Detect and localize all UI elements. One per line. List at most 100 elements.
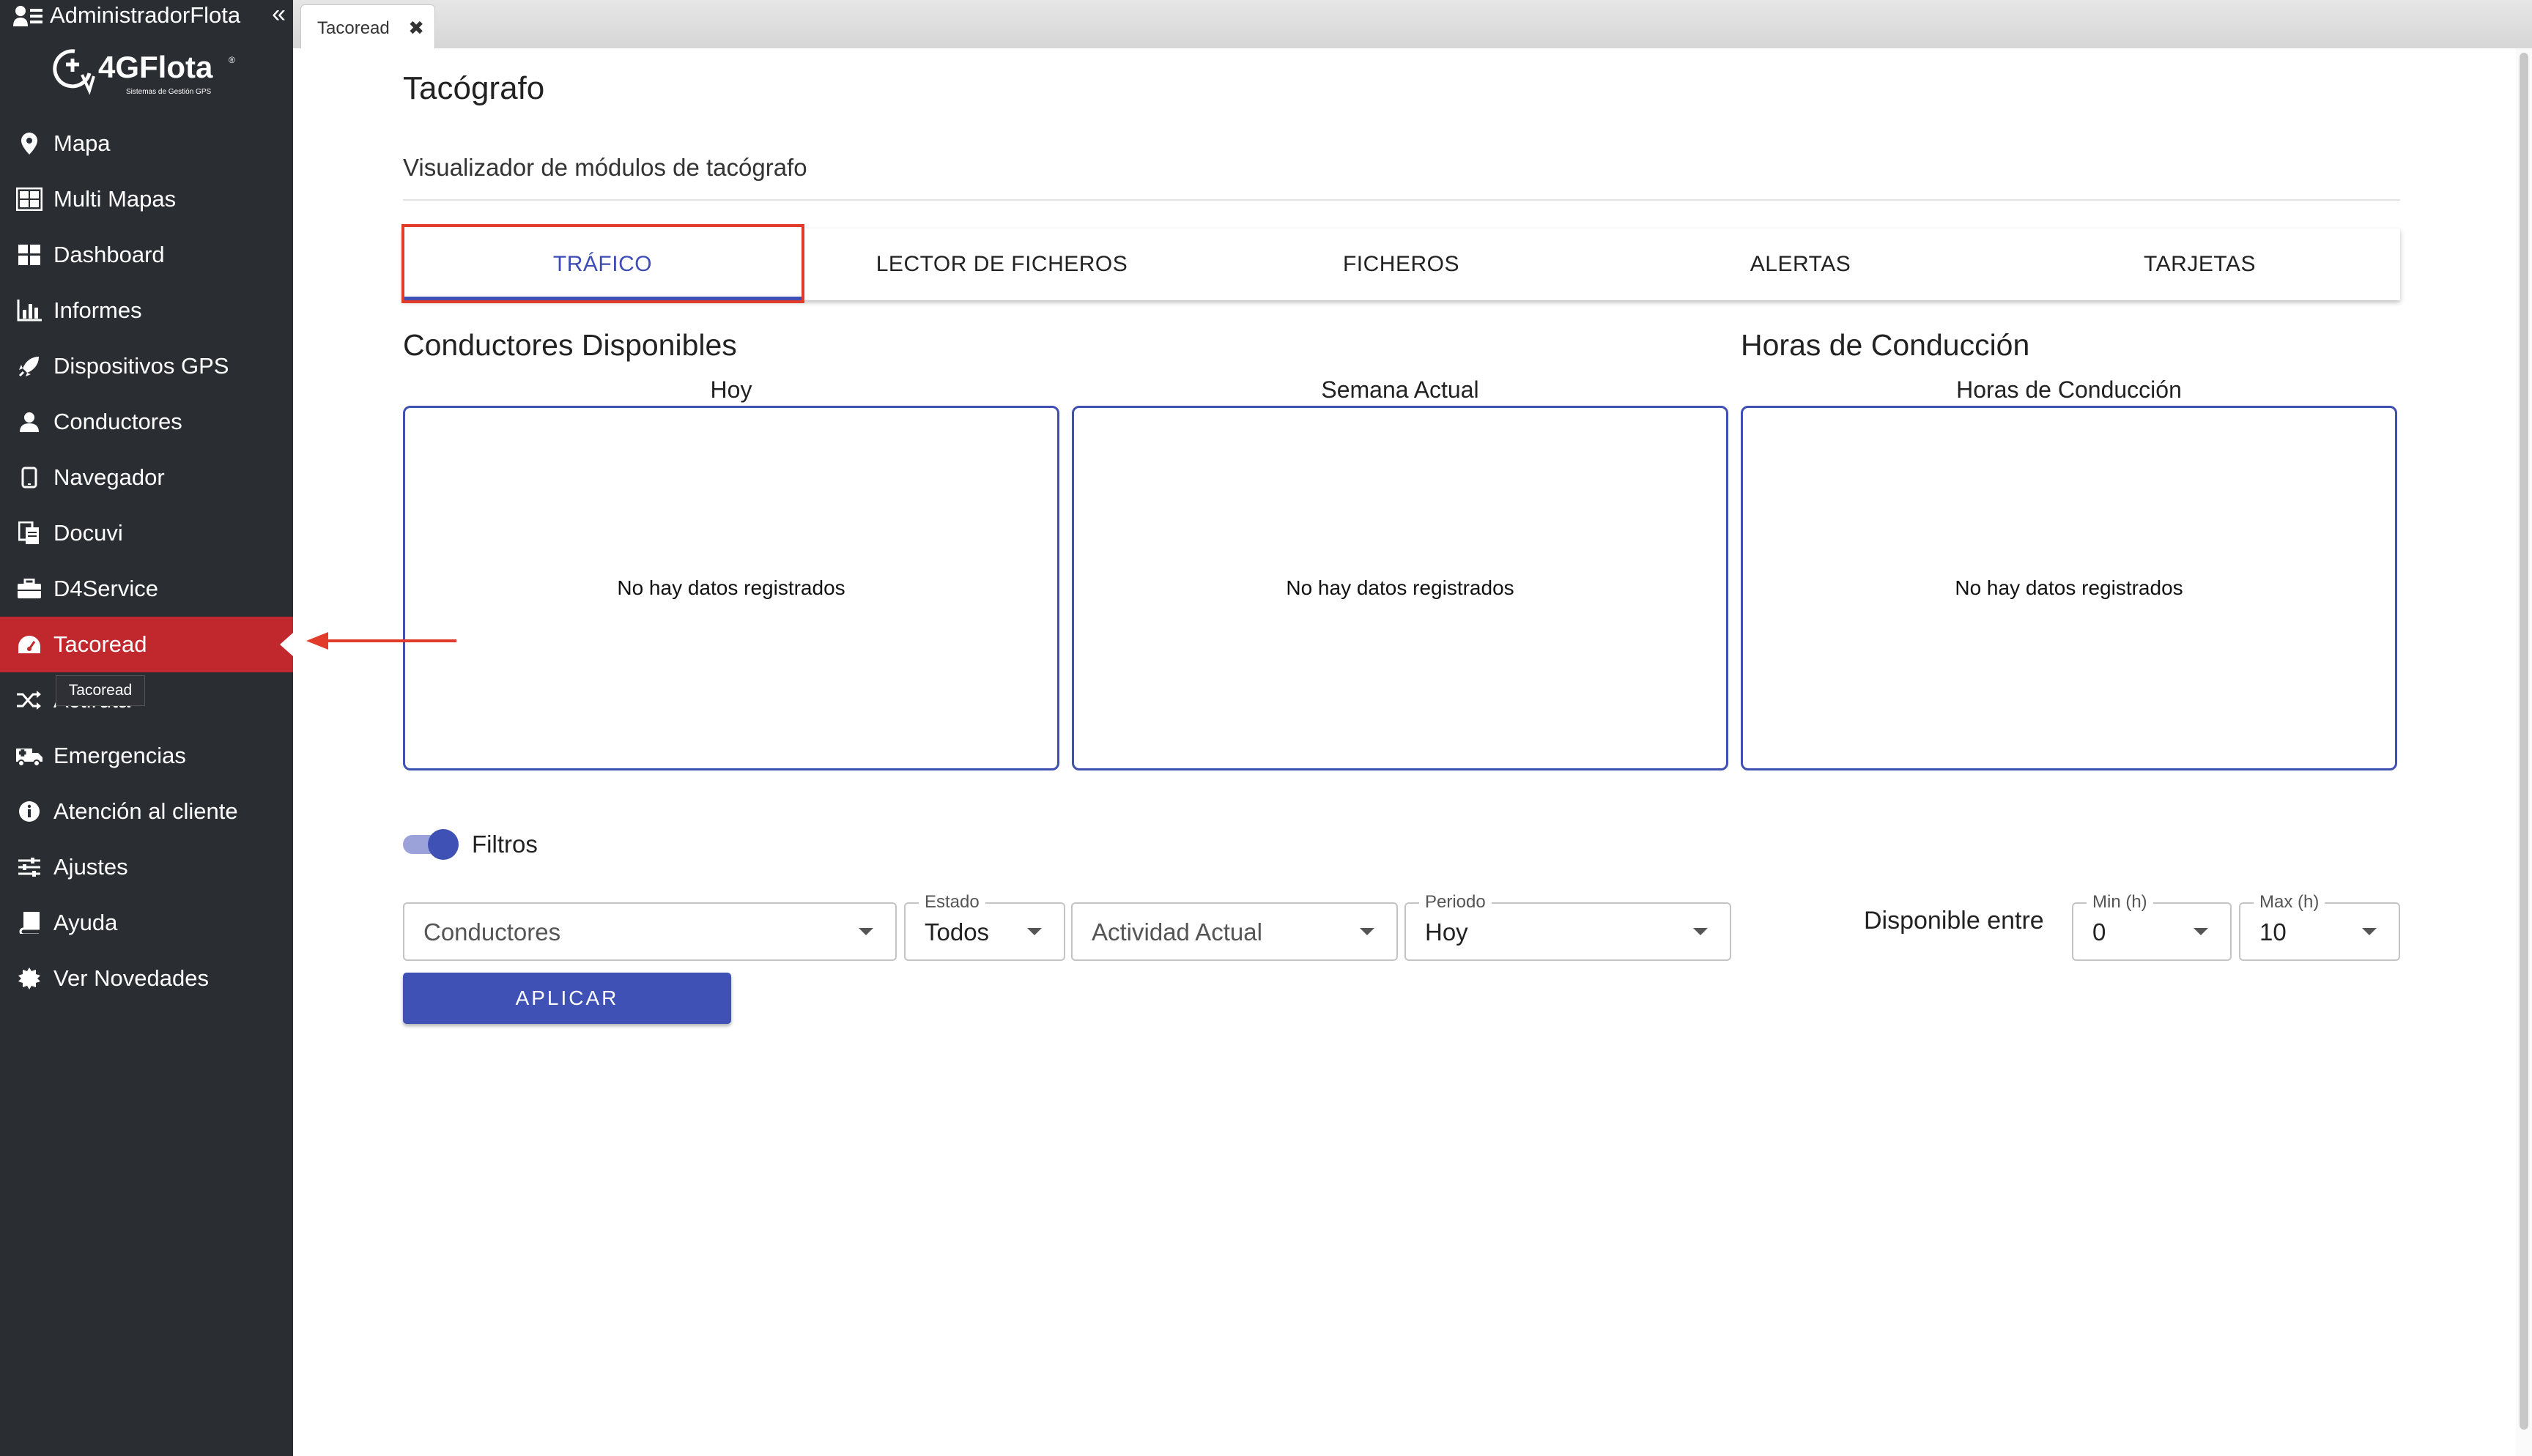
sidebar-item-label: Atención al cliente bbox=[53, 798, 238, 824]
tablet-icon bbox=[16, 464, 42, 491]
tachometer-icon bbox=[16, 631, 42, 658]
panel-label-today: Hoy bbox=[710, 376, 752, 403]
document-tab-tacoread[interactable]: Tacoread ✖ bbox=[300, 4, 435, 49]
sidebar-item-docuvi[interactable]: Docuvi bbox=[0, 505, 293, 561]
select-value: 0 bbox=[2092, 918, 2106, 946]
rocket-icon bbox=[16, 353, 42, 379]
tab-alertas[interactable]: ALERTAS bbox=[1601, 229, 2000, 300]
chevron-down-icon bbox=[1693, 928, 1708, 935]
min-hours-select[interactable]: Min (h) 0 bbox=[2072, 892, 2232, 961]
tab-ficheros[interactable]: FICHEROS bbox=[1202, 229, 1601, 300]
sidebar-item-label: Multi Mapas bbox=[53, 186, 177, 212]
sidebar-item-mapa[interactable]: Mapa bbox=[0, 116, 293, 171]
sidebar-header[interactable]: AdministradorFlota « bbox=[0, 0, 293, 32]
section-title-available-drivers: Conductores Disponibles bbox=[403, 328, 737, 362]
user-list-icon bbox=[13, 6, 42, 26]
periodo-select[interactable]: Periodo Hoy bbox=[1404, 892, 1731, 961]
chevron-down-icon bbox=[1360, 928, 1374, 935]
info-icon bbox=[16, 798, 42, 825]
certificate-icon bbox=[16, 965, 42, 992]
select-placeholder: Conductores bbox=[423, 918, 561, 946]
annotation-arrow bbox=[306, 632, 456, 650]
sidebar-item-label: Docuvi bbox=[53, 520, 123, 546]
sidebar-item-label: Dispositivos GPS bbox=[53, 353, 229, 379]
book-icon bbox=[16, 910, 42, 936]
sidebar-item-label: D4Service bbox=[53, 576, 158, 601]
sidebar-item-conductores[interactable]: Conductores bbox=[0, 394, 293, 450]
empty-message: No hay datos registrados bbox=[1286, 576, 1514, 599]
sidebar-item-ver-novedades[interactable]: Ver Novedades bbox=[0, 951, 293, 1006]
brand-logo: 4GFlota ® Sistemas de Gestión GPS bbox=[53, 49, 235, 96]
field-legend: Max (h) bbox=[2254, 892, 2325, 913]
dashboard-icon bbox=[16, 242, 42, 268]
multi-map-icon bbox=[16, 186, 42, 212]
sidebar-item-d4service[interactable]: D4Service bbox=[0, 561, 293, 617]
sidebar-item-dispositivos-gps[interactable]: Dispositivos GPS bbox=[0, 338, 293, 394]
sidebar-item-tacoread[interactable]: Tacoread bbox=[0, 617, 293, 672]
available-between-label: Disponible entre bbox=[1864, 907, 2044, 935]
chevron-down-icon bbox=[1027, 928, 1042, 935]
briefcase-icon bbox=[16, 576, 42, 602]
map-marker-icon bbox=[16, 130, 42, 157]
select-placeholder: Actividad Actual bbox=[1092, 918, 1262, 946]
logo-brand: 4GFlota bbox=[98, 50, 213, 84]
sidebar-item-label: Conductores bbox=[53, 409, 182, 434]
page-subtitle: Visualizador de módulos de tacógrafo bbox=[403, 154, 807, 181]
sidebar-item-label: Emergencias bbox=[53, 743, 186, 768]
chevron-down-icon bbox=[859, 928, 873, 935]
close-icon[interactable]: ✖ bbox=[408, 17, 424, 40]
toggle-knob bbox=[428, 829, 459, 860]
conductores-select[interactable]: Conductores bbox=[403, 902, 897, 961]
sidebar-item-label: Informes bbox=[53, 297, 142, 323]
ambulance-icon bbox=[16, 743, 42, 769]
scrollbar-thumb[interactable] bbox=[2520, 53, 2528, 1430]
apply-button[interactable]: APLICAR bbox=[403, 973, 731, 1024]
empty-message: No hay datos registrados bbox=[617, 576, 845, 599]
shuffle-icon bbox=[16, 687, 42, 713]
username: AdministradorFlota bbox=[50, 2, 241, 28]
sidebar-item-navegador[interactable]: Navegador bbox=[0, 450, 293, 505]
actividad-select[interactable]: Actividad Actual bbox=[1071, 902, 1398, 961]
max-hours-select[interactable]: Max (h) 10 bbox=[2239, 892, 2400, 961]
sidebar-item-label: Ajustes bbox=[53, 854, 128, 880]
sidebar-item-label: Navegador bbox=[53, 464, 165, 490]
tab-lector-ficheros[interactable]: LECTOR DE FICHEROS bbox=[802, 229, 1202, 300]
sidebar-item-informes[interactable]: Informes bbox=[0, 283, 293, 338]
sidebar-item-label: Tacoread bbox=[53, 631, 147, 657]
sidebar-item-atencion-cliente[interactable]: Atención al cliente bbox=[0, 784, 293, 839]
collapse-sidebar-icon[interactable]: « bbox=[272, 0, 286, 29]
sidebar-item-label: Ver Novedades bbox=[53, 965, 209, 991]
estado-select[interactable]: Estado Todos bbox=[904, 892, 1065, 961]
document-tab-label: Tacoread bbox=[317, 18, 390, 38]
tab-highlight-box bbox=[401, 224, 804, 303]
main-content: Tacógrafo Visualizador de módulos de tac… bbox=[293, 48, 2532, 1456]
sidebar-item-label: Mapa bbox=[53, 130, 111, 156]
field-legend: Min (h) bbox=[2087, 892, 2153, 913]
divider bbox=[403, 199, 2400, 201]
panel-label-driving-hours: Horas de Conducción bbox=[1956, 376, 2182, 403]
chart-panel-today: No hay datos registrados bbox=[403, 406, 1059, 770]
select-value: 10 bbox=[2259, 918, 2287, 946]
chevron-down-icon bbox=[2362, 928, 2377, 935]
tooltip: Tacoread bbox=[56, 675, 145, 706]
panel-label-week: Semana Actual bbox=[1321, 376, 1479, 403]
sidebar-item-ayuda[interactable]: Ayuda bbox=[0, 895, 293, 951]
sidebar-item-label: Dashboard bbox=[53, 242, 165, 267]
sidebar-item-ajustes[interactable]: Ajustes bbox=[0, 839, 293, 895]
sidebar-item-emergencias[interactable]: Emergencias bbox=[0, 728, 293, 784]
document-tabstrip: Tacoread ✖ bbox=[293, 0, 2532, 50]
chart-panel-week: No hay datos registrados bbox=[1072, 406, 1728, 770]
sidebar-item-actiruta[interactable]: Actiruta bbox=[0, 672, 293, 728]
page-title: Tacógrafo bbox=[403, 70, 545, 106]
logo-registered: ® bbox=[229, 55, 235, 65]
sidebar-item-dashboard[interactable]: Dashboard bbox=[0, 227, 293, 283]
sidebar: AdministradorFlota « 4GFlota ® Sistemas … bbox=[0, 0, 293, 1456]
field-legend: Periodo bbox=[1419, 892, 1492, 913]
documents-icon bbox=[16, 520, 42, 546]
sidebar-item-multi-mapas[interactable]: Multi Mapas bbox=[0, 171, 293, 227]
scrollbar[interactable] bbox=[2516, 48, 2532, 1456]
tab-tarjetas[interactable]: TARJETAS bbox=[2000, 229, 2399, 300]
filters-toggle[interactable] bbox=[403, 829, 459, 860]
field-legend: Estado bbox=[919, 892, 985, 913]
user-icon bbox=[16, 409, 42, 435]
